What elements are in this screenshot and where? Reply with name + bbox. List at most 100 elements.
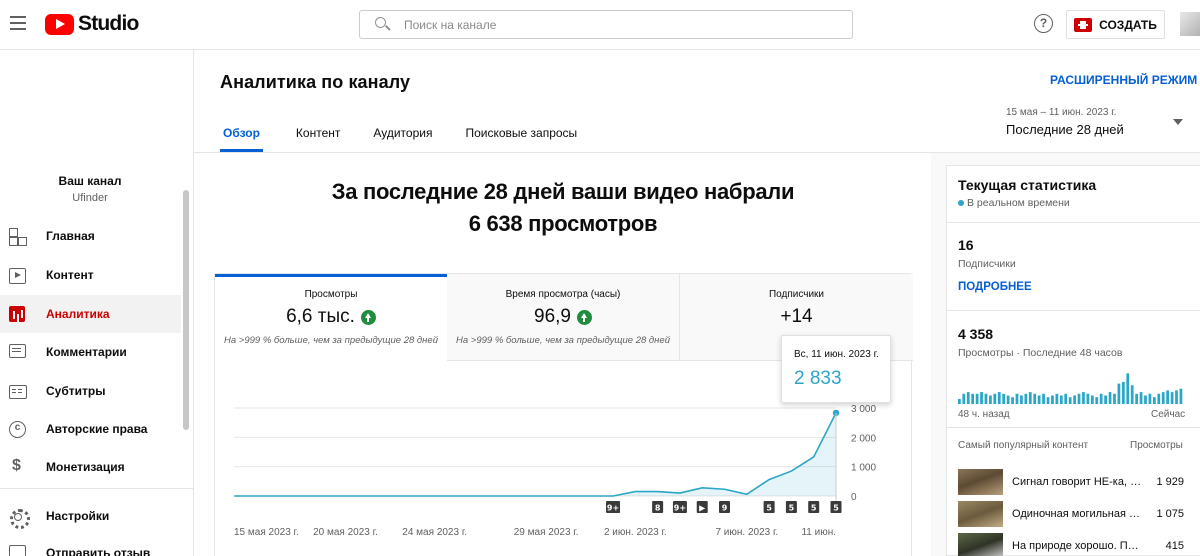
tab-overview[interactable]: Обзор xyxy=(220,112,263,152)
sidebar-item-copyright[interactable]: Авторские права xyxy=(0,410,181,448)
realtime-subscribers-label: Подписчики xyxy=(958,258,1016,270)
content-icon xyxy=(9,267,26,284)
studio-logo[interactable]: Studio xyxy=(45,12,139,36)
top-bar: Studio ? СОЗДАТЬ xyxy=(0,0,1200,50)
overview-headline: За последние 28 дней ваши видео набрали … xyxy=(214,176,912,240)
sidebar-item-content[interactable]: Контент xyxy=(0,256,181,294)
chart-event-marker-label: 5 xyxy=(811,504,817,513)
channel-search[interactable] xyxy=(359,10,853,39)
realtime-bar xyxy=(1082,392,1085,404)
realtime-bar xyxy=(1055,393,1059,404)
realtime-bar xyxy=(1086,393,1090,404)
top-views-label: Просмотры xyxy=(1130,440,1183,451)
sidebar-item-home[interactable]: Главная xyxy=(0,217,181,255)
channel-name[interactable]: Ваш канал xyxy=(0,174,180,188)
sidebar-item-label: Настройки xyxy=(46,509,110,523)
top-video-row[interactable]: Одиночная могильная о… 1 075 xyxy=(958,501,1200,527)
date-range[interactable]: 15 мая – 11 июн. 2023 г. xyxy=(1006,107,1116,118)
sidebar-item-comments[interactable]: Комментарии xyxy=(0,333,181,371)
realtime-bar xyxy=(1152,397,1156,404)
x-tick-label: 7 июн. 2023 г. xyxy=(715,527,778,538)
x-tick-label: 29 мая 2023 г. xyxy=(514,527,579,538)
sidebar-item-monetization[interactable]: Монетизация xyxy=(0,448,181,486)
realtime-more-link[interactable]: ПОДРОБНЕЕ xyxy=(958,281,1032,293)
live-dot-icon xyxy=(958,200,964,206)
realtime-bar xyxy=(997,392,1001,404)
chart-event-marker-label: 9+ xyxy=(674,504,686,513)
realtime-bar xyxy=(971,393,975,404)
x-tick-label: 11 июн. xyxy=(801,527,836,538)
top-video-row[interactable]: Сигнал говорит НЕ-ка, н… 1 929 xyxy=(958,469,1200,495)
realtime-bar xyxy=(1126,373,1130,404)
metric-title: Подписчики xyxy=(768,289,824,300)
sidebar-item-feedback[interactable]: Отправить отзыв xyxy=(0,534,181,556)
sidebar: Ваш канал Ufinder Главная Контент Аналит… xyxy=(0,50,194,556)
caret-down-icon[interactable] xyxy=(1173,119,1183,125)
sidebar-scrollbar[interactable] xyxy=(183,190,189,430)
sidebar-divider xyxy=(0,488,193,489)
video-title[interactable]: На природе хорошо. Перв… xyxy=(1012,540,1142,552)
tab-content[interactable]: Контент xyxy=(296,112,340,152)
realtime-bar xyxy=(1175,390,1178,404)
metric-title: Просмотры xyxy=(304,289,358,300)
help-icon[interactable]: ? xyxy=(1034,14,1053,33)
create-button[interactable]: СОЗДАТЬ xyxy=(1066,10,1165,39)
realtime-bar xyxy=(1073,395,1076,404)
sidebar-item-label: Авторские права xyxy=(46,422,148,436)
realtime-divider xyxy=(946,222,1200,223)
realtime-bar xyxy=(975,393,979,404)
tab-audience[interactable]: Аудитория xyxy=(373,112,432,152)
menu-icon[interactable] xyxy=(10,16,26,30)
sidebar-item-subtitles[interactable]: Субтитры xyxy=(0,372,181,410)
account-avatar[interactable] xyxy=(1180,12,1200,36)
search-input[interactable] xyxy=(404,17,824,32)
sidebar-item-settings[interactable]: Настройки xyxy=(0,497,181,535)
chart-area-fill xyxy=(234,412,836,496)
realtime-bar xyxy=(1051,395,1054,404)
chart-event-marker-label: 5 xyxy=(833,504,839,513)
metric-tab-watch-time[interactable]: Время просмотра (часы) 96,9 На >999 % бо… xyxy=(447,274,680,361)
realtime-bar xyxy=(1130,385,1134,404)
trend-up-icon xyxy=(360,309,376,325)
x-tick-label: 2 июн. 2023 г. xyxy=(604,527,667,538)
realtime-bar xyxy=(1024,393,1028,404)
x-tick-label: 15 мая 2023 г. xyxy=(234,527,299,538)
realtime-bar xyxy=(1157,393,1161,404)
chart-tooltip: Вс, 11 июн. 2023 г. 2 833 xyxy=(781,335,891,403)
create-button-label: СОЗДАТЬ xyxy=(1099,17,1157,32)
realtime-bar xyxy=(1042,393,1045,404)
sidebar-item-label: Аналитика xyxy=(46,307,110,321)
realtime-bar xyxy=(1148,393,1152,404)
tab-search-queries[interactable]: Поисковые запросы xyxy=(465,112,577,152)
home-icon xyxy=(9,227,27,246)
sidebar-item-label: Субтитры xyxy=(46,384,106,398)
y-tick-label: 1 000 xyxy=(851,463,876,474)
sidebar-item-analytics[interactable]: Аналитика xyxy=(0,295,181,333)
x-tick-label: 24 мая 2023 г. xyxy=(402,527,467,538)
advanced-mode-link[interactable]: РАСШИРЕННЫЙ РЕЖИМ xyxy=(1050,73,1197,87)
chart-event-marker-label: 8 xyxy=(655,504,661,513)
realtime-axis-end: Сейчас xyxy=(1151,409,1186,420)
realtime-bar xyxy=(1002,393,1006,404)
y-tick-label: 0 xyxy=(851,492,857,503)
sidebar-item-label: Отправить отзыв xyxy=(46,546,151,556)
video-title[interactable]: Одиночная могильная о… xyxy=(1012,508,1142,520)
realtime-divider xyxy=(946,310,1200,311)
realtime-bar xyxy=(962,393,966,404)
video-thumbnail[interactable] xyxy=(958,501,1003,527)
date-period-selector[interactable]: Последние 28 дней xyxy=(1006,122,1124,137)
channel-handle: Ufinder xyxy=(72,192,108,204)
views-chart[interactable]: 0 1 000 2 000 3 000 9+ 8 9+ ▶ 9 5 5 5 5 15 мая 2023 г… xyxy=(214,398,900,556)
video-title[interactable]: Сигнал говорит НЕ-ка, н… xyxy=(1012,476,1142,488)
analytics-icon xyxy=(9,305,26,323)
realtime-bar xyxy=(1064,393,1068,404)
metric-tab-views[interactable]: Просмотры 6,6 тыс. На >999 % больше, чем… xyxy=(215,274,448,361)
search-icon[interactable] xyxy=(372,15,392,35)
realtime-bar xyxy=(1015,393,1019,404)
video-thumbnail[interactable] xyxy=(958,469,1003,495)
feedback-icon xyxy=(9,544,26,556)
top-video-row[interactable]: На природе хорошо. Перв… 415 xyxy=(958,533,1200,556)
video-thumbnail[interactable] xyxy=(958,533,1003,556)
realtime-bar xyxy=(993,393,997,404)
realtime-views-bars[interactable] xyxy=(958,370,1184,404)
